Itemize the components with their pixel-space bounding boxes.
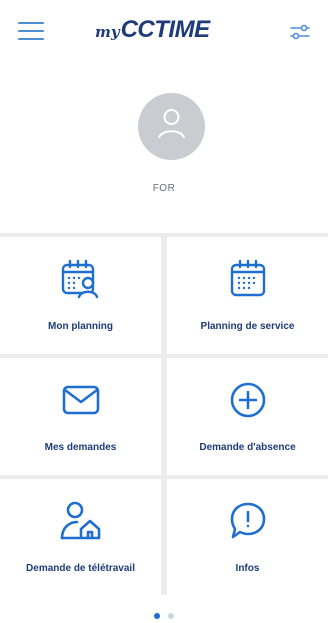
tile-mes-demandes[interactable]: Mes demandes bbox=[0, 358, 161, 475]
page-dot[interactable] bbox=[168, 613, 174, 619]
app-logo: my CCTIME bbox=[95, 16, 245, 48]
app-header: my CCTIME bbox=[0, 0, 328, 64]
tile-label: Mon planning bbox=[48, 321, 113, 332]
tile-label: Planning de service bbox=[200, 321, 295, 332]
tile-demande-absence[interactable]: Demande d'absence bbox=[167, 358, 328, 475]
tile-label: Demande d'absence bbox=[199, 442, 296, 453]
plus-circle-icon bbox=[230, 382, 265, 418]
logo-brand: CCTIME bbox=[120, 16, 211, 43]
tile-demande-teletravail[interactable]: Demande de télétravail bbox=[0, 479, 161, 596]
tile-label: Demande de télétravail bbox=[26, 563, 135, 574]
tile-mon-planning[interactable]: Mon planning bbox=[0, 237, 161, 354]
calendar-person-icon bbox=[61, 259, 98, 299]
page-dot-active[interactable] bbox=[154, 613, 160, 619]
page-indicator bbox=[0, 613, 328, 619]
envelope-icon bbox=[62, 385, 99, 415]
speech-bubble-exclamation-icon bbox=[230, 502, 265, 539]
hamburger-menu-icon[interactable] bbox=[18, 22, 44, 44]
tile-label: Infos bbox=[235, 563, 260, 574]
avatar[interactable] bbox=[138, 93, 205, 160]
tile-label: Mes demandes bbox=[44, 442, 117, 453]
logo-prefix: my bbox=[95, 23, 120, 41]
tile-infos[interactable]: Infos bbox=[167, 479, 328, 596]
menu-grid: Mon planning Planning de service Mes dem… bbox=[0, 233, 328, 596]
person-icon bbox=[158, 109, 185, 139]
person-home-icon bbox=[60, 501, 100, 540]
sliders-icon[interactable] bbox=[288, 20, 312, 44]
tile-planning-de-service[interactable]: Planning de service bbox=[167, 237, 328, 354]
calendar-icon bbox=[230, 259, 265, 297]
user-name: FOR bbox=[152, 183, 176, 194]
